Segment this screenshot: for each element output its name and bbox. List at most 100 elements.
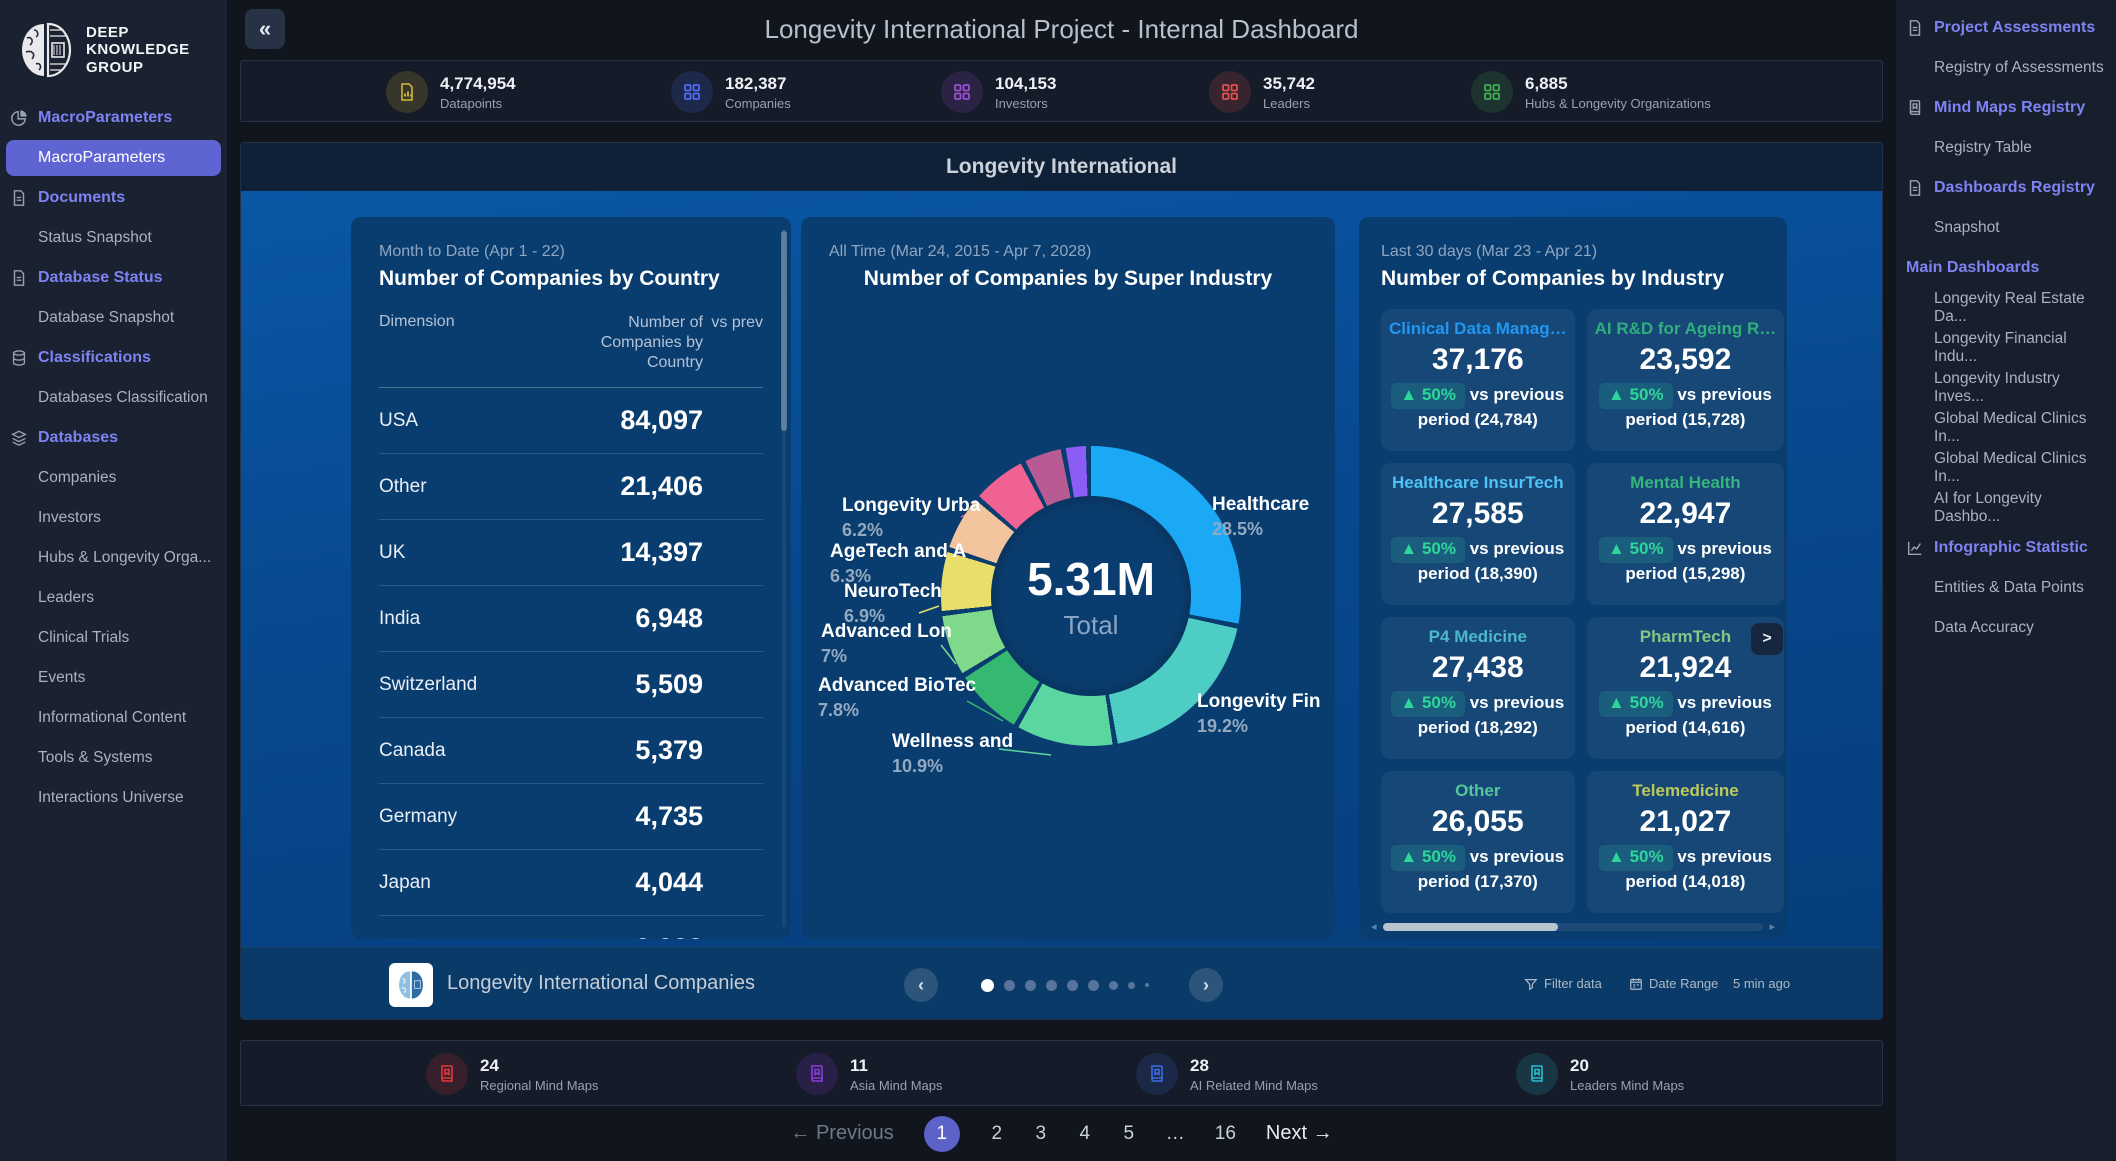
horizontal-scrollbar-thumb[interactable] (1383, 923, 1558, 931)
carousel-dot[interactable] (1128, 982, 1135, 989)
right-nav-item-snapshot[interactable]: Snapshot (1896, 208, 2116, 248)
pagination-page-4[interactable]: 4 (1078, 1123, 1092, 1145)
left-nav-item-documents[interactable]: Documents (0, 178, 227, 218)
left-nav-item-interactions-universe[interactable]: Interactions Universe (0, 778, 227, 818)
pagination-previous[interactable]: ← Previous (790, 1122, 893, 1145)
stat-item: 24Regional Mind Maps (426, 1053, 599, 1095)
right-nav-item-ai-for-longevity-dashbo[interactable]: AI for Longevity Dashbo... (1896, 488, 2116, 528)
left-nav-item-databases[interactable]: Databases (0, 418, 227, 458)
left-nav-item-database-status[interactable]: Database Status (0, 258, 227, 298)
carousel-dot[interactable] (1046, 980, 1057, 991)
left-nav-item-clinical-trials[interactable]: Clinical Trials (0, 618, 227, 658)
donut-callout-label: NeuroTech (844, 581, 942, 603)
table-row: India6,948 (379, 586, 763, 652)
right-nav-item-longevity-financial-indu[interactable]: Longevity Financial Indu... (1896, 328, 2116, 368)
donut-callout-Advanced BioTec: Advanced BioTec7.8% (818, 675, 976, 721)
industry-tile: Other26,055▲ 50% vs previous period (17,… (1381, 771, 1575, 913)
left-nav-item-classifications[interactable]: Classifications (0, 338, 227, 378)
card-period: Last 30 days (Mar 23 - Apr 21) (1381, 243, 1765, 261)
stat-item: 20Leaders Mind Maps (1516, 1053, 1684, 1095)
right-nav-item-mind-maps-registry[interactable]: Mind Maps Registry (1896, 88, 2116, 128)
nav-item-label: Informational Content (38, 709, 186, 727)
pagination-ellipsis: … (1166, 1123, 1185, 1145)
right-nav-item-global-medical-clinics-in[interactable]: Global Medical Clinics In... (1896, 408, 2116, 448)
left-nav-item-macroparameters[interactable]: MacroParameters (0, 98, 227, 138)
tile-name: Telemedicine (1595, 781, 1777, 801)
right-nav-item-entities-data-points[interactable]: Entities & Data Points (1896, 568, 2116, 608)
top-stats-bar: 4,774,954Datapoints182,387Companies104,1… (240, 60, 1883, 122)
stat-value: 24 (480, 1056, 599, 1076)
donut-callout-label: Longevity Urba (842, 495, 980, 517)
left-nav-item-database-snapshot[interactable]: Database Snapshot (0, 298, 227, 338)
tile-comparison: ▲ 50% vs previous period (24,784) (1389, 383, 1567, 432)
book-icon (796, 1053, 838, 1095)
right-nav-item-dashboards-registry[interactable]: Dashboards Registry (1896, 168, 2116, 208)
left-nav-item-hubs-longevity-orga[interactable]: Hubs & Longevity Orga... (0, 538, 227, 578)
date-range-label: Date Range (1649, 976, 1718, 991)
donut-callout-pct: 6.2% (842, 520, 980, 541)
pagination-page-16[interactable]: 16 (1215, 1123, 1236, 1145)
donut-callout-pct: 7.8% (818, 700, 976, 721)
left-nav-item-status-snapshot[interactable]: Status Snapshot (0, 218, 227, 258)
right-nav-item-registry-table[interactable]: Registry Table (1896, 128, 2116, 168)
right-nav-item-data-accuracy[interactable]: Data Accuracy (1896, 608, 2116, 648)
right-nav-item-project-assessments[interactable]: Project Assessments (1896, 8, 2116, 48)
carousel-dot[interactable] (1088, 980, 1099, 991)
carousel-dot[interactable] (1145, 983, 1149, 987)
right-nav-item-main-dashboards[interactable]: Main Dashboards (1896, 248, 2116, 288)
carousel-dot[interactable] (1109, 981, 1118, 990)
tile-comparison: ▲ 50% vs previous period (18,292) (1389, 691, 1567, 740)
carousel-dot[interactable] (1067, 980, 1078, 991)
funnel-icon (1524, 977, 1538, 991)
pagination-page-3[interactable]: 3 (1034, 1123, 1048, 1145)
right-nav-item-longevity-real-estate-da[interactable]: Longevity Real Estate Da... (1896, 288, 2116, 328)
left-nav-item-investors[interactable]: Investors (0, 498, 227, 538)
left-nav-item-tools-systems[interactable]: Tools & Systems (0, 738, 227, 778)
carousel-next-button[interactable]: › (1189, 968, 1223, 1002)
date-range-button[interactable]: Date Range (1629, 976, 1718, 991)
carousel-dot[interactable] (1025, 980, 1036, 991)
carousel-dot[interactable] (1004, 980, 1015, 991)
card-title: Number of Companies by Industry (1381, 267, 1765, 291)
right-nav-item-global-medical-clinics-in[interactable]: Global Medical Clinics In... (1896, 448, 2116, 488)
pagination-page-1[interactable]: 1 (924, 1116, 960, 1152)
carousel-dot[interactable] (981, 979, 994, 992)
carousel-prev-button[interactable]: ‹ (904, 968, 938, 1002)
left-nav-item-macroparameters[interactable]: MacroParameters (6, 140, 221, 176)
donut-callout-Advanced Lon: Advanced Lon7% (821, 621, 952, 667)
left-nav-item-informational-content[interactable]: Informational Content (0, 698, 227, 738)
brain-icon (394, 968, 428, 1002)
row-value: 6,948 (553, 603, 703, 634)
left-nav-item-companies[interactable]: Companies (0, 458, 227, 498)
next-tiles-button[interactable]: > (1751, 623, 1783, 655)
pagination-page-5[interactable]: 5 (1122, 1123, 1136, 1145)
pagination-next[interactable]: Next → (1266, 1122, 1333, 1145)
scrollbar-thumb[interactable] (781, 231, 787, 431)
nav-item-label: Data Accuracy (1934, 619, 2034, 637)
left-nav-item-events[interactable]: Events (0, 658, 227, 698)
row-dimension: Japan (379, 872, 545, 894)
pagination-page-2[interactable]: 2 (990, 1123, 1004, 1145)
tile-comparison: ▲ 50% vs previous period (17,370) (1389, 845, 1567, 894)
industry-tile: AI R&D for Ageing R…23,592▲ 50% vs previ… (1587, 309, 1785, 451)
stat-text: 11Asia Mind Maps (850, 1056, 942, 1093)
scroll-right-arrow[interactable]: ▸ (1769, 920, 1775, 933)
stat-item: 4,774,954Datapoints (386, 71, 516, 113)
column-header: Dimension (379, 313, 545, 373)
nav-item-label: Registry of Assessments (1934, 59, 2104, 77)
right-nav-item-longevity-industry-inves[interactable]: Longevity Industry Inves... (1896, 368, 2116, 408)
scroll-left-arrow[interactable]: ◂ (1371, 920, 1377, 933)
left-nav-item-leaders[interactable]: Leaders (0, 578, 227, 618)
nav-item-label: Main Dashboards (1906, 259, 2039, 277)
table-row: Germany4,735 (379, 784, 763, 850)
filter-data-button[interactable]: Filter data (1524, 976, 1602, 991)
nav-item-label: Documents (38, 189, 125, 207)
stat-label: Hubs & Longevity Organizations (1525, 96, 1711, 111)
right-nav-item-infographic-statistic[interactable]: Infographic Statistic (1896, 528, 2116, 568)
left-nav-item-databases-classification[interactable]: Databases Classification (0, 378, 227, 418)
donut-callout-pct: 28.5% (1212, 519, 1309, 540)
brain-logo-icon (14, 18, 78, 82)
grid-icon (1471, 71, 1513, 113)
right-nav-item-registry-of-assessments[interactable]: Registry of Assessments (1896, 48, 2116, 88)
stat-value: 4,774,954 (440, 74, 516, 94)
